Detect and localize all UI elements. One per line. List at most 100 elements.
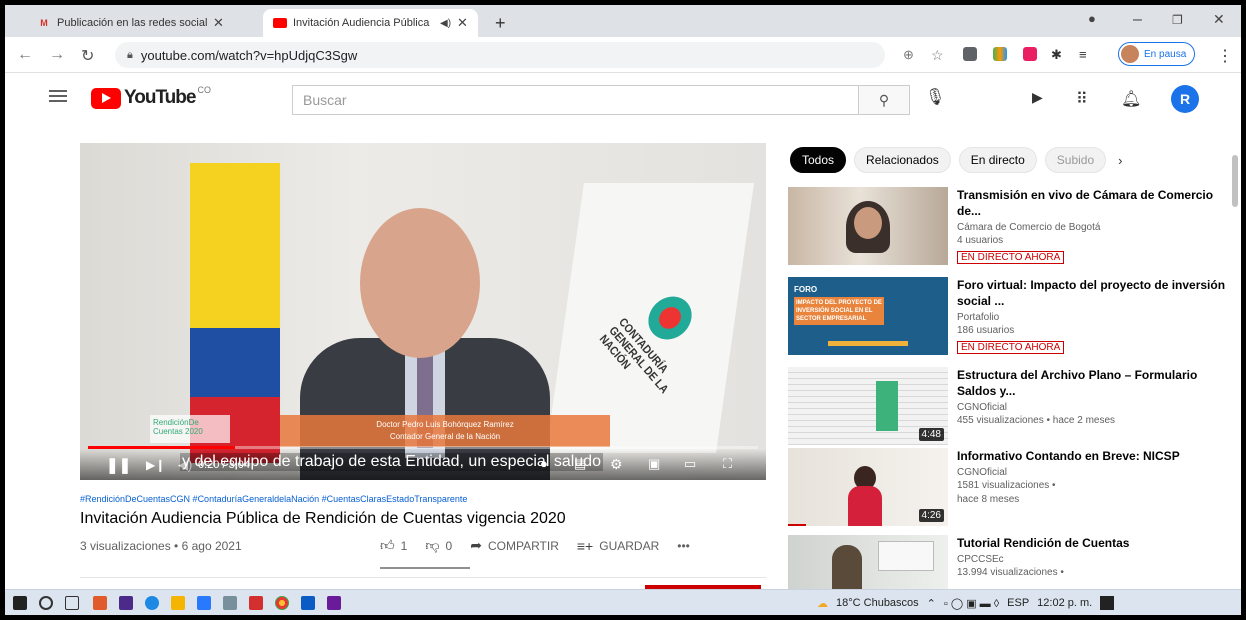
language-indicator[interactable]: ESP <box>1007 597 1029 609</box>
mail-icon[interactable] <box>223 596 237 610</box>
autoplay-toggle-icon[interactable]: ● <box>540 456 548 471</box>
extension-icon[interactable] <box>993 47 1007 61</box>
video-thumbnail[interactable] <box>788 535 948 589</box>
related-video[interactable]: 4:48 Estructura del Archivo Plano – Form… <box>788 367 1228 451</box>
chip-en-directo[interactable]: En directo <box>958 147 1037 173</box>
youtube-logo[interactable]: YouTube CO <box>91 85 211 109</box>
scrollbar[interactable] <box>1232 155 1238 207</box>
avatar <box>1121 45 1139 63</box>
related-title: Estructura del Archivo Plano – Formulari… <box>957 368 1198 398</box>
file-explorer-icon[interactable] <box>171 596 185 610</box>
app-icon[interactable] <box>197 596 211 610</box>
chrome-icon[interactable] <box>275 596 289 610</box>
extension-icon[interactable] <box>963 47 977 61</box>
related-video[interactable]: 4:26 Informativo Contando en Breve: NICS… <box>788 448 1228 532</box>
close-icon[interactable]: ✕ <box>213 15 224 31</box>
reading-list-icon[interactable]: ≡ <box>1079 47 1087 62</box>
edge-icon[interactable] <box>145 596 159 610</box>
chip-relacionados[interactable]: Relacionados <box>854 147 951 173</box>
share-button[interactable]: ➦ COMPARTIR <box>470 537 559 554</box>
app-icon[interactable] <box>93 596 107 610</box>
url-text: youtube.com/watch?v=hpUdjqC3Sgw <box>140 47 358 63</box>
account-avatar[interactable]: R <box>1171 85 1199 113</box>
reload-icon[interactable]: ↻ <box>81 46 94 66</box>
task-view-icon[interactable] <box>65 596 79 610</box>
bell-icon[interactable]: 🔔︎ <box>1121 89 1141 109</box>
search-input[interactable]: Buscar <box>292 85 858 115</box>
window-close-icon[interactable]: ✕ <box>1213 11 1225 28</box>
pdf-icon[interactable] <box>249 596 263 610</box>
tray-icons[interactable]: ▫ ◯ ▣ ▬ ◊ <box>944 597 999 610</box>
video-thumbnail[interactable]: FORO IMPACTO DEL PROYECTO DE INVERSIÓN S… <box>788 277 948 355</box>
video-thumbnail[interactable] <box>788 187 948 265</box>
windows-taskbar: ☁ 18°C Chubascos ⌃ ▫ ◯ ▣ ▬ ◊ ESP 12:02 p… <box>5 589 1241 615</box>
next-icon[interactable]: ▶❙ <box>146 458 165 472</box>
share-icon[interactable]: ⊕ <box>903 47 914 63</box>
related-meta: 1581 visualizaciones • <box>957 480 1056 491</box>
thumb-text: IMPACTO DEL PROYECTO DE INVERSIÓN SOCIAL… <box>794 297 884 325</box>
maximize-icon[interactable]: ❐ <box>1172 13 1183 27</box>
lower-third: Doctor Pedro Luis Bohórquez Ramírez Cont… <box>280 415 610 447</box>
miniplayer-icon[interactable]: ▣ <box>648 456 660 472</box>
more-actions-button[interactable]: ••• <box>677 539 690 553</box>
contaduria-logo <box>641 293 699 343</box>
related-channel: CGNOficial <box>957 467 1008 478</box>
fullscreen-icon[interactable]: ⛶ <box>723 456 732 472</box>
related-video[interactable]: Tutorial Rendición de Cuentas CPCCSEc 13… <box>788 535 1228 589</box>
forward-icon[interactable]: → <box>49 46 65 64</box>
minimize-icon[interactable]: – <box>1133 11 1142 29</box>
more-vert-icon[interactable]: ⋮ <box>1217 46 1233 66</box>
extension-icon[interactable] <box>1023 47 1037 61</box>
weather-icon[interactable]: ☁ <box>817 597 828 610</box>
mic-icon[interactable]: 🎙︎ <box>925 87 945 107</box>
chevron-right-icon[interactable]: › <box>1118 153 1122 168</box>
notifications-icon[interactable] <box>1100 596 1115 610</box>
apps-icon[interactable]: ⠿ <box>1076 89 1088 109</box>
chip-subido[interactable]: Subido <box>1044 147 1107 173</box>
create-video-icon[interactable]: ▶︎ <box>1032 89 1043 106</box>
video-thumbnail[interactable]: 4:48 <box>788 367 948 445</box>
subtitles-icon[interactable]: ▤ <box>574 456 586 472</box>
save-button[interactable]: ≡+ GUARDAR <box>577 538 659 554</box>
related-title: Transmisión en vivo de Cámara de Comerci… <box>957 188 1214 218</box>
windows-start-icon[interactable] <box>13 596 27 610</box>
audio-icon[interactable]: ◀) <box>440 18 451 29</box>
app-icon[interactable] <box>119 596 133 610</box>
hashtags[interactable]: #RendiciónDeCuentasCGN #ContaduríaGenera… <box>80 494 467 504</box>
youtube-header: YouTube CO Buscar ⚲ 🎙︎ ▶︎ ⠿ 🔔︎ R <box>5 73 1241 123</box>
related-title: Foro virtual: Impacto del proyecto de in… <box>957 278 1226 308</box>
close-icon[interactable]: ✕ <box>457 15 468 31</box>
star-icon[interactable]: ☆ <box>931 47 944 64</box>
url-field[interactable]: 🔒︎ youtube.com/watch?v=hpUdjqC3Sgw <box>115 42 885 68</box>
related-video[interactable]: Transmisión en vivo de Cámara de Comerci… <box>788 187 1228 273</box>
puzzle-icon[interactable]: ✱ <box>1051 47 1062 63</box>
app-icon[interactable] <box>327 596 341 610</box>
like-button[interactable]: 👍︎ 1 <box>380 537 407 554</box>
profile-button[interactable]: En pausa <box>1118 42 1196 66</box>
theater-mode-icon[interactable]: ▭ <box>684 456 696 472</box>
search-icon[interactable] <box>39 596 53 610</box>
clock[interactable]: 12:02 p. m. <box>1037 597 1092 609</box>
tab-youtube[interactable]: Invitación Audiencia Pública ◀) ✕ <box>263 9 478 37</box>
tray-up-icon[interactable]: ⌃ <box>927 597 936 610</box>
related-channel: Cámara de Comercio de Bogotá <box>957 222 1101 233</box>
video-player[interactable]: CONTADURÍA GENERAL DE LA NACIÓN Rendició… <box>80 143 766 480</box>
outlook-icon[interactable] <box>301 596 315 610</box>
settings-icon[interactable]: ⚙︎ <box>610 456 623 473</box>
browser-tab-bar: M Publicación en las redes sociales ✕ In… <box>5 5 1241 37</box>
video-thumbnail[interactable]: 4:26 <box>788 448 948 526</box>
menu-icon[interactable] <box>49 90 67 102</box>
profile-icon[interactable]: ● <box>1088 11 1096 26</box>
pause-icon[interactable]: ❚❚ <box>106 456 131 474</box>
divider <box>80 577 766 578</box>
weather-text[interactable]: 18°C Chubascos <box>836 597 919 609</box>
related-meta: 186 usuarios <box>957 325 1015 336</box>
dislike-button[interactable]: 👎︎ 0 <box>425 537 452 554</box>
related-video[interactable]: FORO IMPACTO DEL PROYECTO DE INVERSIÓN S… <box>788 277 1228 363</box>
back-icon[interactable]: ← <box>17 46 33 64</box>
new-tab-button[interactable]: + <box>495 13 506 34</box>
screen: M Publicación en las redes sociales ✕ In… <box>5 5 1241 615</box>
chip-todos[interactable]: Todos <box>790 147 847 173</box>
tab-gmail[interactable]: M Publicación en las redes sociales ✕ <box>27 9 234 37</box>
search-button[interactable]: ⚲ <box>858 85 910 115</box>
